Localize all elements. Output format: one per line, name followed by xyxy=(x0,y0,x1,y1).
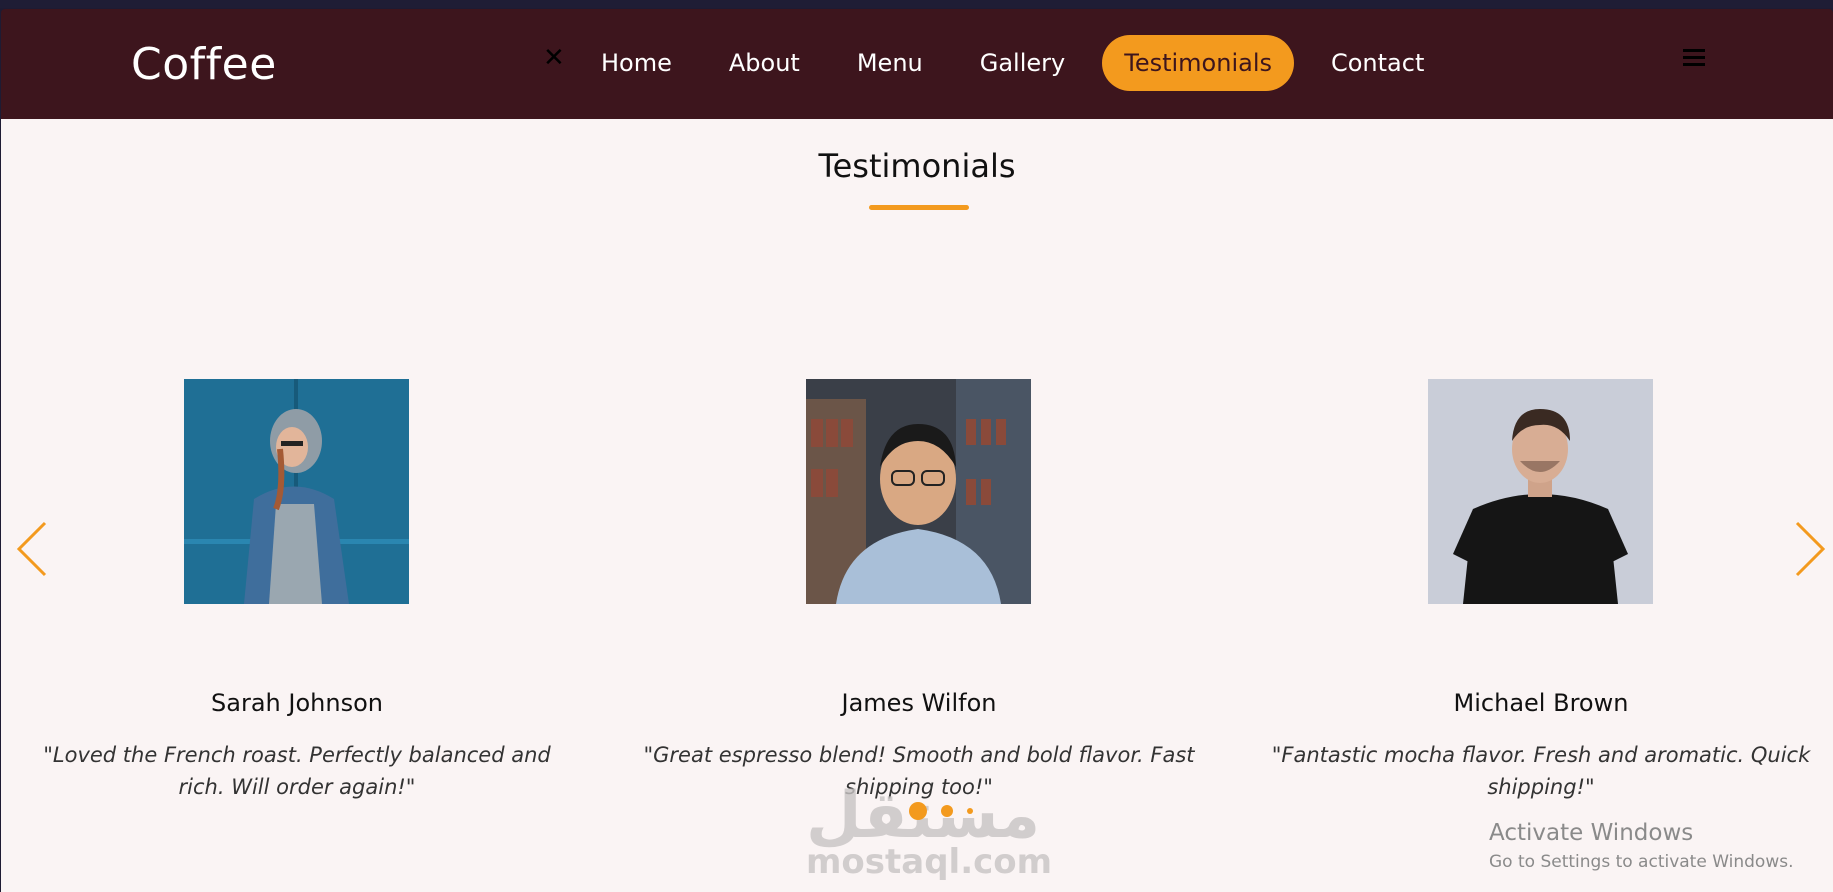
carousel-dot-1[interactable] xyxy=(909,802,927,820)
testimonial-quote: "Loved the French roast. Perfectly balan… xyxy=(43,743,551,799)
hamburger-icon[interactable] xyxy=(1683,49,1705,71)
title-underline xyxy=(869,205,969,210)
nav-item-gallery[interactable]: Gallery xyxy=(960,35,1085,91)
carousel-dot-3[interactable] xyxy=(967,808,973,814)
nav-item-home[interactable]: Home xyxy=(581,35,692,91)
nav-item-about[interactable]: About xyxy=(709,35,820,91)
brand-logo[interactable]: Coffee xyxy=(131,39,277,90)
activation-subtitle: Go to Settings to activate Windows. xyxy=(1489,852,1794,872)
watermark-latin: mostaql.com xyxy=(806,842,1053,882)
testimonial-quote: "Fantastic mocha flavor. Fresh and aroma… xyxy=(1271,743,1811,799)
testimonials-section: Testimonials Sarah Johnson "Loved the Fr… xyxy=(1,119,1833,892)
avatar-james-wilfon xyxy=(806,379,1031,604)
close-icon[interactable]: ✕ xyxy=(543,45,565,71)
watermark: مستقل mostaql.com xyxy=(806,784,1052,880)
chevron-right-icon[interactable] xyxy=(1791,519,1827,579)
section-title: Testimonials xyxy=(818,147,1016,185)
carousel-dot-2[interactable] xyxy=(941,805,953,817)
testimonial-name: Michael Brown xyxy=(1453,689,1629,717)
testimonial-name: Sarah Johnson xyxy=(211,689,383,717)
testimonial-name: James Wilfon xyxy=(841,689,997,717)
nav-item-menu[interactable]: Menu xyxy=(837,35,943,91)
browser-top-strip xyxy=(0,0,1833,8)
avatar-michael-brown xyxy=(1428,379,1653,604)
navbar: Coffee ✕ Home About Menu Gallery Testimo… xyxy=(1,9,1833,119)
main-nav: Home About Menu Gallery Testimonials Con… xyxy=(581,35,1461,91)
avatar-sarah-johnson xyxy=(184,379,409,604)
windows-activation-notice: Activate Windows Go to Settings to activ… xyxy=(1489,820,1794,872)
activation-title: Activate Windows xyxy=(1489,820,1694,846)
carousel-dots xyxy=(909,802,987,820)
chevron-left-icon[interactable] xyxy=(15,519,51,579)
nav-item-testimonials[interactable]: Testimonials xyxy=(1102,35,1294,91)
nav-item-contact[interactable]: Contact xyxy=(1311,35,1444,91)
